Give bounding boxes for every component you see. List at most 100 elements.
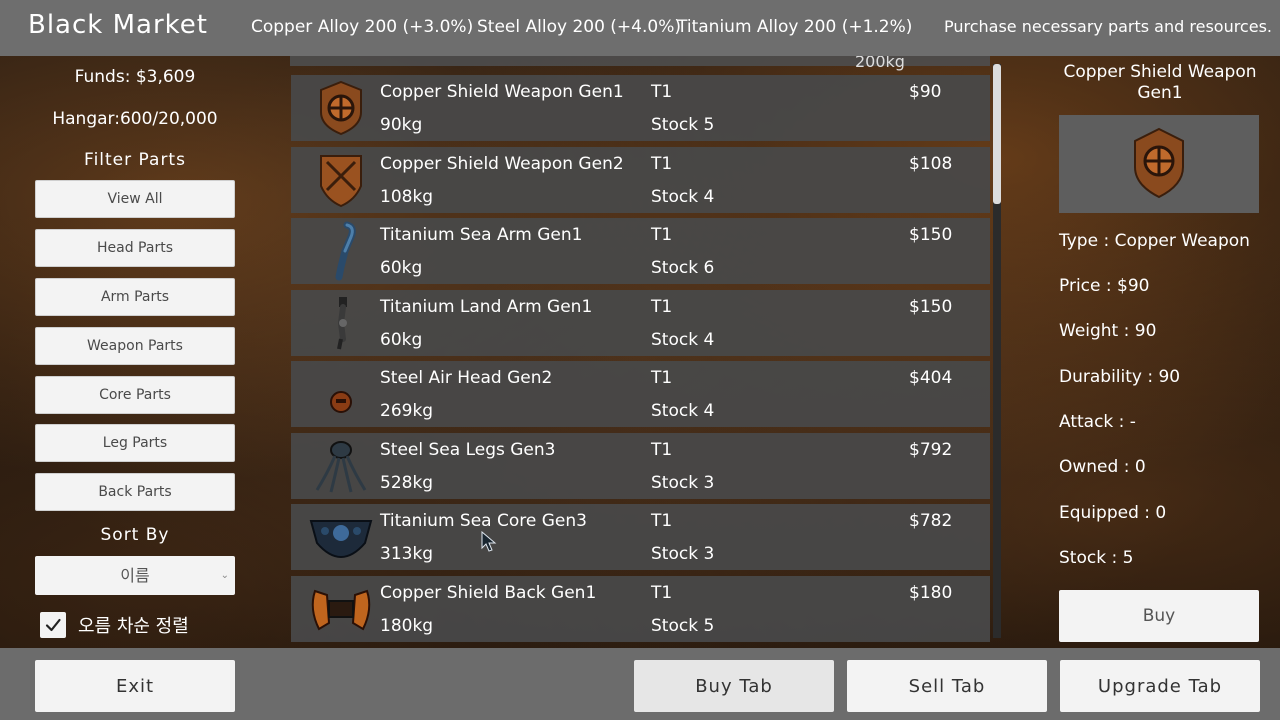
sort-select[interactable]: 이름 ⌄ — [35, 556, 235, 595]
filter-view-all-button[interactable]: View All — [35, 180, 235, 218]
list-item[interactable]: Titanium Sea Core Gen3 313kg T1 Stock 3 … — [291, 504, 990, 570]
titanium-core-icon — [309, 520, 373, 559]
detail-attack: Attack : - — [1059, 412, 1136, 432]
copper-shield-weapon-icon — [320, 80, 362, 136]
item-stock: Stock 6 — [651, 258, 715, 278]
item-tier: T1 — [651, 82, 673, 102]
item-weight: 60kg — [380, 258, 423, 278]
list-item[interactable]: Steel Air Head Gen2 269kg T1 Stock 4 $40… — [291, 361, 990, 427]
detail-panel: Copper Shield Weapon Gen1 Type : Copper … — [1040, 56, 1280, 648]
list-item[interactable]: Copper Shield Back Gen1 180kg T1 Stock 5… — [291, 576, 990, 642]
item-stock: Stock 4 — [651, 330, 715, 350]
buy-tab-button[interactable]: Buy Tab — [634, 660, 834, 712]
detail-type: Type : Copper Weapon — [1059, 231, 1250, 251]
item-weight: 313kg — [380, 544, 434, 564]
item-tier: T1 — [651, 511, 673, 531]
copper-back-icon — [311, 589, 371, 631]
item-price: $108 — [909, 154, 953, 174]
filter-head-parts-button[interactable]: Head Parts — [35, 229, 235, 267]
upgrade-tab-button[interactable]: Upgrade Tab — [1060, 660, 1260, 712]
item-stock: Stock 4 — [651, 187, 715, 207]
item-name: Steel Air Head Gen2 — [380, 368, 553, 388]
item-weight: 269kg — [380, 401, 434, 421]
item-weight: 60kg — [380, 330, 423, 350]
funds-label: Funds: $3,609 — [74, 67, 196, 87]
steel-head-icon — [330, 391, 352, 413]
ticker-titanium-alloy: Titanium Alloy 200 (+1.2%) — [677, 17, 913, 37]
hangar-label: Hangar:600/20,000 — [52, 109, 218, 129]
checkmark-icon — [45, 618, 61, 632]
sort-order-checkbox[interactable] — [40, 612, 66, 638]
sort-select-value: 이름 — [120, 566, 150, 585]
list-item[interactable]: Steel Sea Legs Gen3 528kg T1 Stock 3 $79… — [291, 433, 990, 499]
item-stock: Stock 4 — [651, 401, 715, 421]
item-name: Copper Shield Weapon Gen1 — [380, 82, 624, 102]
list-item[interactable]: Titanium Sea Arm Gen1 60kg T1 Stock 6 $1… — [291, 218, 990, 284]
list-scrollbar[interactable] — [993, 64, 1001, 638]
titanium-arm-icon — [337, 297, 347, 350]
item-tier: T1 — [651, 297, 673, 317]
mouse-cursor-icon — [481, 531, 497, 552]
item-tier: T1 — [651, 225, 673, 245]
titanium-arm-icon — [335, 221, 356, 281]
chevron-down-icon: ⌄ — [220, 570, 229, 581]
tagline: Purchase necessary parts and resources. — [943, 17, 1272, 36]
item-stock: Stock 5 — [651, 616, 715, 636]
bottom-bar: Exit Buy Tab Sell Tab Upgrade Tab — [0, 648, 1280, 720]
copper-shield-weapon-icon — [1134, 127, 1184, 199]
partial-row-weight: 200kg — [855, 56, 905, 71]
list-item[interactable]: Copper Shield Weapon Gen1 90kg T1 Stock … — [291, 75, 990, 141]
filter-leg-parts-button[interactable]: Leg Parts — [35, 424, 235, 462]
detail-stock: Stock : 5 — [1059, 548, 1134, 568]
detail-owned: Owned : 0 — [1059, 457, 1146, 477]
item-tier: T1 — [651, 154, 673, 174]
filter-weapon-parts-button[interactable]: Weapon Parts — [35, 327, 235, 365]
detail-price: Price : $90 — [1059, 276, 1150, 296]
item-weight: 180kg — [380, 616, 434, 636]
item-price: $90 — [909, 82, 942, 102]
ticker-copper-alloy: Copper Alloy 200 (+3.0%) — [251, 17, 474, 37]
item-weight: 90kg — [380, 115, 423, 135]
item-name: Steel Sea Legs Gen3 — [380, 440, 556, 460]
steel-legs-icon — [315, 441, 367, 493]
detail-item-name: Copper Shield Weapon Gen1 — [1063, 62, 1257, 103]
sort-order-label: 오름 차순 정렬 — [78, 616, 189, 637]
item-price: $150 — [909, 297, 953, 317]
filter-back-parts-button[interactable]: Back Parts — [35, 473, 235, 511]
scrollbar-thumb[interactable] — [993, 64, 1001, 204]
item-stock: Stock 5 — [651, 115, 715, 135]
item-name: Copper Shield Back Gen1 — [380, 583, 597, 603]
item-name: Titanium Sea Core Gen3 — [380, 511, 587, 531]
top-bar: Black Market Copper Alloy 200 (+3.0%) St… — [0, 0, 1280, 56]
item-stock: Stock 3 — [651, 544, 715, 564]
item-price: $180 — [909, 583, 953, 603]
item-tier: T1 — [651, 583, 673, 603]
sidebar: Funds: $3,609 Hangar:600/20,000 Filter P… — [0, 56, 270, 648]
detail-equipped: Equipped : 0 — [1059, 503, 1167, 523]
sell-tab-button[interactable]: Sell Tab — [847, 660, 1047, 712]
app-title: Black Market — [28, 10, 208, 40]
detail-image — [1059, 115, 1259, 213]
sort-order-toggle[interactable]: 오름 차순 정렬 — [40, 612, 189, 638]
ticker-steel-alloy: Steel Alloy 200 (+4.0%) — [477, 17, 681, 37]
list-item[interactable]: Titanium Land Arm Gen1 60kg T1 Stock 4 $… — [291, 290, 990, 356]
list-item[interactable]: Copper Shield Weapon Gen2 108kg T1 Stock… — [291, 147, 990, 213]
item-price: $782 — [909, 511, 953, 531]
item-weight: 108kg — [380, 187, 434, 207]
item-stock: Stock 3 — [651, 473, 715, 493]
parts-list[interactable]: 200kg Copper Shield Weapon Gen1 90kg T1 … — [290, 56, 1005, 642]
detail-durability: Durability : 90 — [1059, 367, 1181, 387]
filter-arm-parts-button[interactable]: Arm Parts — [35, 278, 235, 316]
buy-button[interactable]: Buy — [1059, 590, 1259, 642]
item-name: Titanium Sea Arm Gen1 — [380, 225, 583, 245]
item-name: Titanium Land Arm Gen1 — [380, 297, 593, 317]
filter-core-parts-button[interactable]: Core Parts — [35, 376, 235, 414]
filter-title: Filter Parts — [84, 150, 186, 170]
item-tier: T1 — [651, 368, 673, 388]
exit-button[interactable]: Exit — [35, 660, 235, 712]
sort-title: Sort By — [100, 525, 170, 545]
item-weight: 528kg — [380, 473, 434, 493]
item-tier: T1 — [651, 440, 673, 460]
item-price: $792 — [909, 440, 953, 460]
item-price: $404 — [909, 368, 953, 388]
